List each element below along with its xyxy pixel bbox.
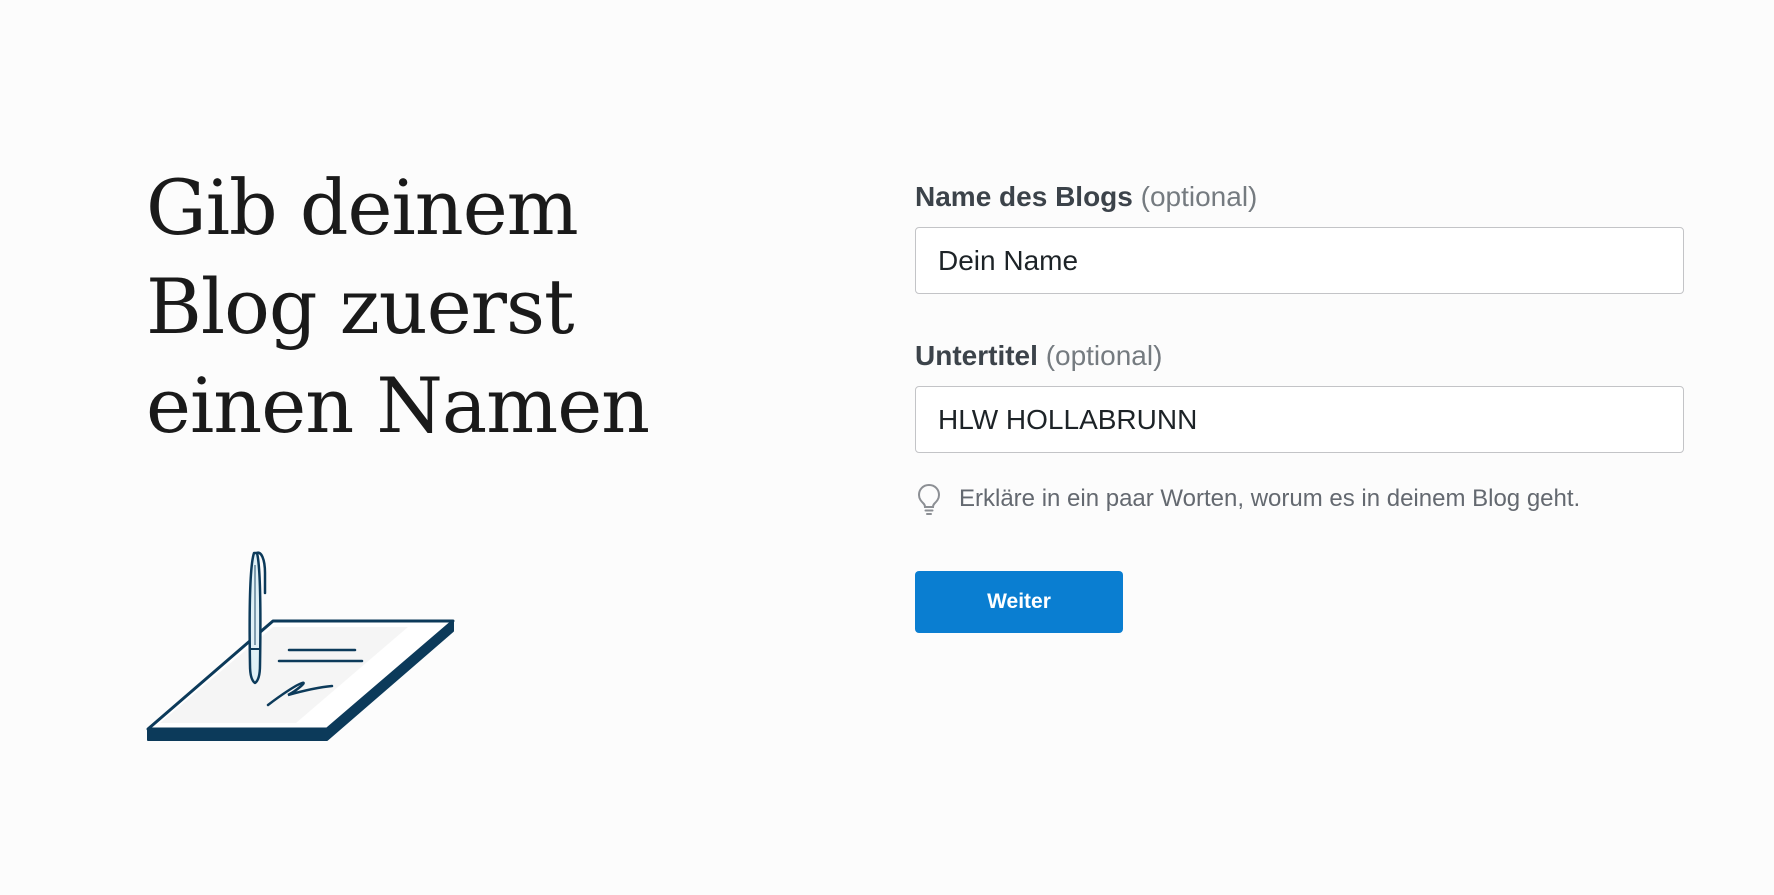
lightbulb-icon xyxy=(917,483,941,515)
subtitle-label-text: Untertitel xyxy=(915,340,1038,371)
subtitle-input[interactable] xyxy=(915,386,1684,453)
subtitle-optional-hint: (optional) xyxy=(1045,340,1163,371)
subtitle-help-text-label: Erkläre in ein paar Worten, worum es in … xyxy=(959,485,1581,512)
blog-name-optional-hint: (optional) xyxy=(1140,181,1258,212)
blog-setup-form: Name des Blogs (optional) Untertitel (op… xyxy=(915,177,1684,633)
subtitle-label: Untertitel (optional) xyxy=(915,336,1684,376)
page-title: Gib deinem Blog zuerst einen Namen xyxy=(146,158,706,455)
subtitle-help-text: Erkläre in ein paar Worten, worum es in … xyxy=(915,479,1684,519)
page-title-line-1: Gib deinem xyxy=(146,163,579,252)
page-title-line-3: einen Namen xyxy=(146,361,650,450)
pen-writing-on-notepad-illustration xyxy=(146,551,455,741)
subtitle-field-group: Untertitel (optional) xyxy=(915,336,1684,453)
page: Gib deinem Blog zuerst einen Namen Name … xyxy=(0,0,1774,895)
blog-name-label-text: Name des Blogs xyxy=(915,181,1133,212)
page-title-line-2: Blog zuerst xyxy=(146,262,575,351)
blog-name-label: Name des Blogs (optional) xyxy=(915,177,1684,217)
blog-name-input[interactable] xyxy=(915,227,1684,294)
blog-name-field-group: Name des Blogs (optional) xyxy=(915,177,1684,294)
continue-button[interactable]: Weiter xyxy=(915,571,1123,633)
